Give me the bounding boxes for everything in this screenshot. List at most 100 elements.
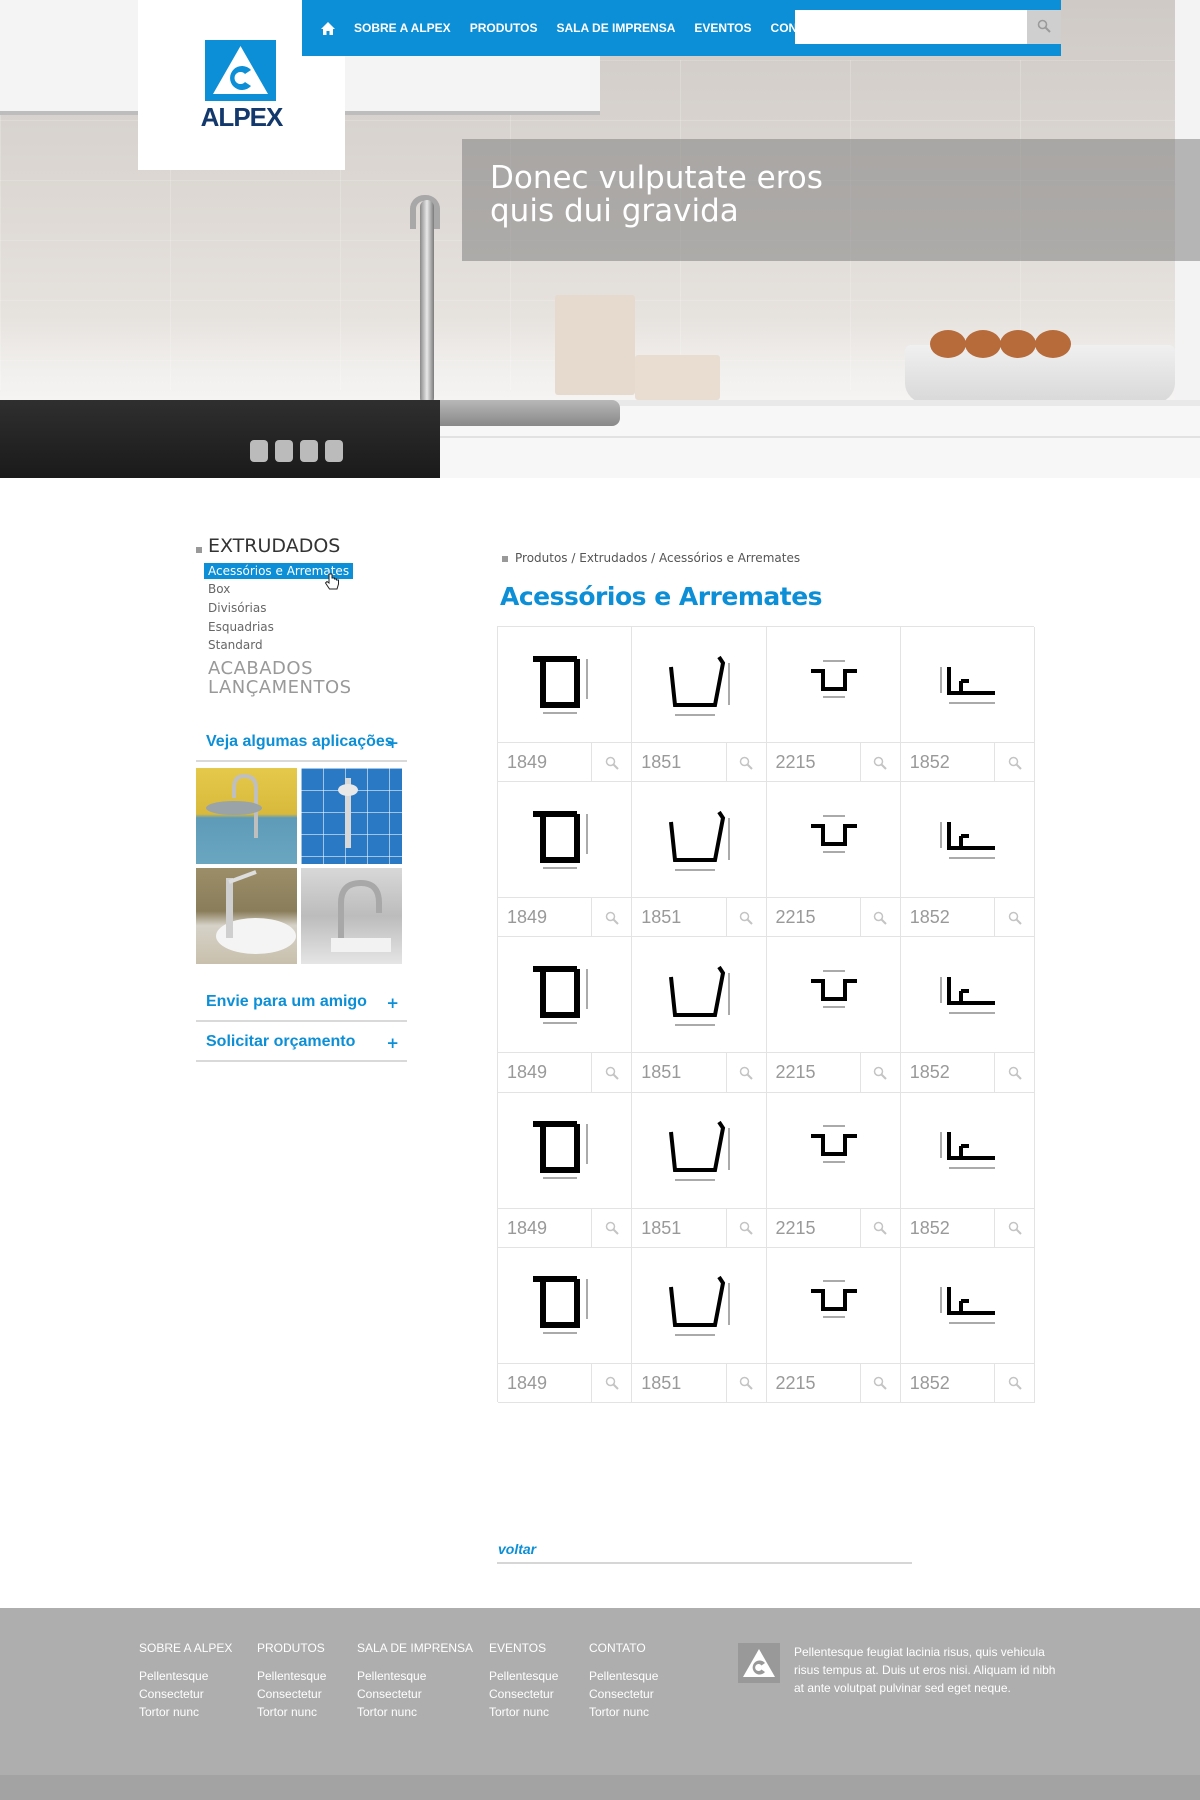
- magnifier-icon[interactable]: [725, 743, 766, 782]
- sidebar-item-standard[interactable]: Standard: [208, 638, 263, 652]
- magnifier-icon[interactable]: [994, 898, 1034, 938]
- footer-link[interactable]: Pellentesque: [257, 1667, 326, 1685]
- footer-heading[interactable]: SOBRE A ALPEX: [139, 1641, 232, 1655]
- product-card[interactable]: 2215: [766, 782, 901, 938]
- sidebar-item-esquadrias[interactable]: Esquadrias: [208, 620, 274, 634]
- footer-heading[interactable]: PRODUTOS: [257, 1641, 326, 1655]
- application-thumbnail-basin[interactable]: [196, 868, 297, 964]
- footer-link[interactable]: Consectetur: [139, 1685, 232, 1703]
- send-friend-toggle[interactable]: Envie para um amigo +: [196, 984, 407, 1022]
- product-profile-drawing: [901, 627, 1034, 742]
- product-code: 1852: [909, 752, 950, 772]
- product-card-footer: 2215: [766, 1207, 900, 1248]
- magnifier-icon[interactable]: [859, 1208, 900, 1248]
- footer-link[interactable]: Pellentesque: [589, 1667, 658, 1685]
- magnifier-icon[interactable]: [725, 1208, 766, 1248]
- sidebar-title: EXTRUDADOS: [208, 535, 341, 557]
- product-card[interactable]: 1852: [900, 1247, 1035, 1403]
- search-button[interactable]: [1027, 10, 1061, 44]
- nav-item-eventos[interactable]: EVENTOS: [694, 21, 751, 35]
- magnifier-icon[interactable]: [859, 1053, 900, 1093]
- application-thumbnail-faucet[interactable]: [301, 868, 402, 964]
- product-card[interactable]: 1852: [900, 782, 1035, 938]
- plus-icon: +: [386, 734, 399, 752]
- product-card[interactable]: 1852: [900, 1092, 1035, 1248]
- magnifier-icon[interactable]: [591, 743, 631, 782]
- product-card[interactable]: 1849: [498, 1247, 633, 1403]
- footer-link[interactable]: Consectetur: [357, 1685, 473, 1703]
- sidebar-item-box[interactable]: Box: [208, 582, 230, 596]
- request-quote-toggle[interactable]: Solicitar orçamento +: [196, 1024, 407, 1062]
- magnifier-icon[interactable]: [725, 898, 766, 938]
- breadcrumb[interactable]: Produtos / Extrudados / Acessórios e Arr…: [515, 551, 800, 565]
- product-card[interactable]: 1851: [632, 1247, 767, 1403]
- footer-link[interactable]: Tortor nunc: [139, 1703, 232, 1721]
- application-thumbnail-shower[interactable]: [196, 768, 297, 864]
- magnifier-icon[interactable]: [591, 898, 631, 938]
- nav-item-produtos[interactable]: PRODUTOS: [470, 21, 538, 35]
- product-card[interactable]: 1851: [632, 627, 767, 783]
- page-title: Acessórios e Arremates: [500, 582, 823, 611]
- product-card[interactable]: 1849: [498, 937, 633, 1093]
- product-card-footer: 1852: [900, 742, 1034, 782]
- applications-gallery: [196, 768, 407, 968]
- product-profile-drawing: [901, 1248, 1034, 1363]
- sidebar-item-divisorias[interactable]: Divisórias: [208, 601, 266, 615]
- sidebar-category-lancamentos[interactable]: LANÇAMENTOS: [208, 677, 352, 698]
- home-icon[interactable]: [320, 19, 336, 37]
- product-card[interactable]: 1849: [498, 1092, 633, 1248]
- product-card[interactable]: 1851: [632, 782, 767, 938]
- application-thumbnail-tiles[interactable]: [301, 768, 402, 864]
- product-card-footer: 1852: [900, 897, 1034, 938]
- magnifier-icon[interactable]: [994, 1208, 1034, 1248]
- footer-link[interactable]: Consectetur: [257, 1685, 326, 1703]
- product-card[interactable]: 1849: [498, 627, 633, 783]
- product-code: 1851: [641, 752, 682, 772]
- product-card[interactable]: 1849: [498, 782, 633, 938]
- search-input[interactable]: [795, 10, 1027, 44]
- product-profile-drawing: [498, 1093, 631, 1208]
- footer-link[interactable]: Tortor nunc: [257, 1703, 326, 1721]
- magnifier-icon[interactable]: [859, 743, 900, 782]
- product-card-footer: 1849: [498, 897, 632, 938]
- footer-link[interactable]: Tortor nunc: [589, 1703, 658, 1721]
- product-profile-drawing: [632, 627, 765, 742]
- magnifier-icon[interactable]: [859, 1363, 900, 1403]
- product-code: 1852: [909, 1372, 950, 1393]
- sidebar-category-acabados[interactable]: ACABADOS: [208, 658, 313, 679]
- magnifier-icon[interactable]: [994, 1363, 1034, 1403]
- hero-stove: [0, 400, 440, 478]
- magnifier-icon[interactable]: [859, 898, 900, 938]
- search-icon: [1037, 19, 1051, 33]
- back-link[interactable]: voltar: [498, 1541, 536, 1557]
- footer-heading[interactable]: SALA DE IMPRENSA: [357, 1641, 473, 1655]
- product-card[interactable]: 2215: [766, 937, 901, 1093]
- magnifier-icon[interactable]: [725, 1363, 766, 1403]
- product-card[interactable]: 1852: [900, 627, 1035, 783]
- footer-link[interactable]: Pellentesque: [489, 1667, 558, 1685]
- footer-link[interactable]: Pellentesque: [357, 1667, 473, 1685]
- magnifier-icon[interactable]: [994, 743, 1034, 782]
- product-card[interactable]: 2215: [766, 1092, 901, 1248]
- magnifier-icon[interactable]: [591, 1363, 631, 1403]
- applications-toggle[interactable]: Veja algumas aplicações +: [196, 724, 407, 762]
- nav-item-sala-de-imprensa[interactable]: SALA DE IMPRENSA: [556, 21, 675, 35]
- footer-heading[interactable]: EVENTOS: [489, 1641, 558, 1655]
- nav-item-sobre[interactable]: SOBRE A ALPEX: [354, 21, 451, 35]
- product-card[interactable]: 2215: [766, 627, 901, 783]
- magnifier-icon[interactable]: [591, 1053, 631, 1093]
- footer-link[interactable]: Consectetur: [489, 1685, 558, 1703]
- product-card[interactable]: 1851: [632, 1092, 767, 1248]
- product-card[interactable]: 1851: [632, 937, 767, 1093]
- product-profile-drawing: [767, 627, 900, 742]
- magnifier-icon[interactable]: [725, 1053, 766, 1093]
- footer-link[interactable]: Tortor nunc: [357, 1703, 473, 1721]
- product-card[interactable]: 2215: [766, 1247, 901, 1403]
- footer-link[interactable]: Consectetur: [589, 1685, 658, 1703]
- footer-heading[interactable]: CONTATO: [589, 1641, 658, 1655]
- magnifier-icon[interactable]: [591, 1208, 631, 1248]
- footer-link[interactable]: Tortor nunc: [489, 1703, 558, 1721]
- footer-link[interactable]: Pellentesque: [139, 1667, 232, 1685]
- magnifier-icon[interactable]: [994, 1053, 1034, 1093]
- product-card[interactable]: 1852: [900, 937, 1035, 1093]
